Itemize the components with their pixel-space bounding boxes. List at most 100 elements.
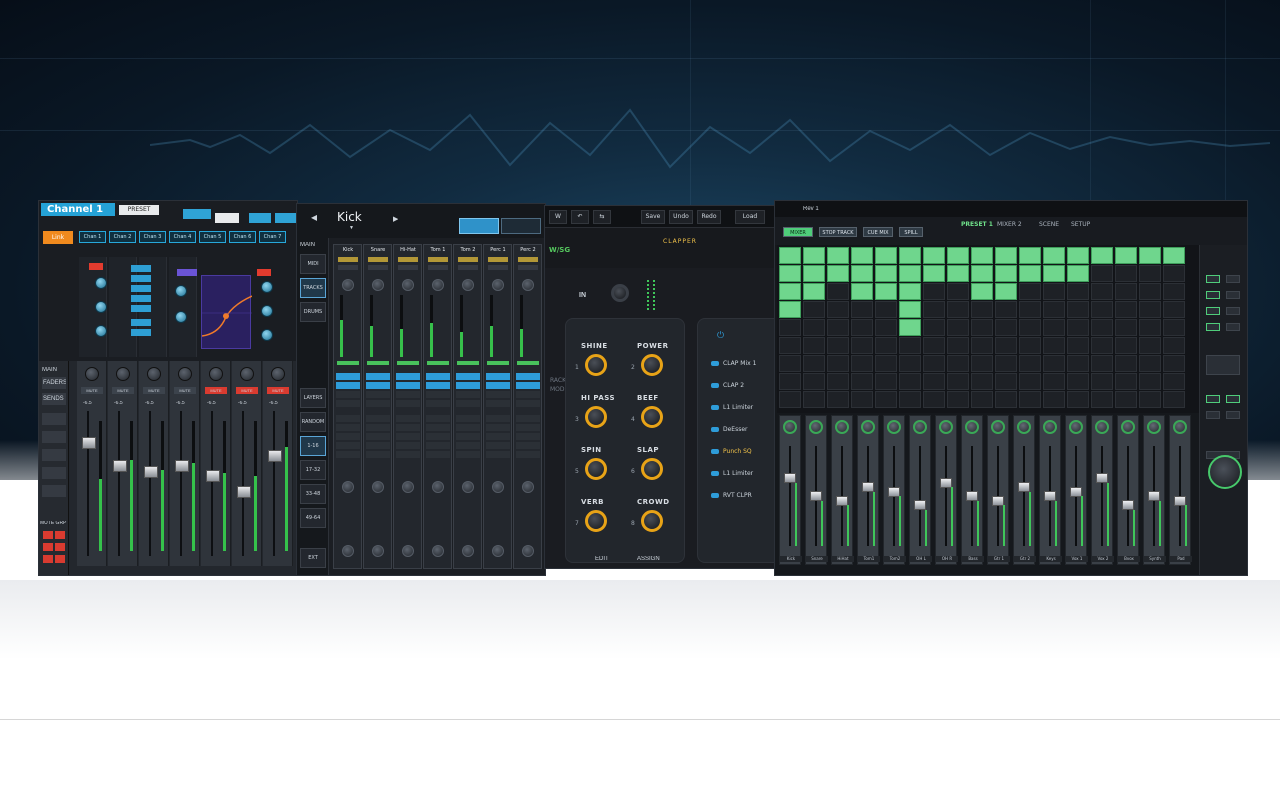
empty-slot[interactable] <box>1067 373 1089 390</box>
mute-button[interactable]: MUTE <box>143 387 165 394</box>
pad-slot[interactable] <box>366 391 390 398</box>
pan-knob[interactable] <box>271 367 285 381</box>
empty-slot[interactable] <box>1091 391 1113 408</box>
comp-knob[interactable] <box>175 285 187 297</box>
waves-logo-icon[interactable]: W <box>549 210 567 224</box>
empty-slot[interactable] <box>1043 355 1065 372</box>
macro-knob[interactable] <box>641 458 663 480</box>
channel-knob[interactable] <box>402 545 414 557</box>
empty-slot[interactable] <box>899 373 921 390</box>
empty-slot[interactable] <box>851 301 873 318</box>
pad-slot[interactable] <box>336 400 360 407</box>
pan-knob[interactable] <box>1147 420 1161 434</box>
pad-slot[interactable] <box>486 400 510 407</box>
redo-button[interactable]: Redo <box>697 210 721 224</box>
mute-grp-button[interactable] <box>55 531 65 539</box>
channel-knob[interactable] <box>462 545 474 557</box>
pad-slot[interactable] <box>396 433 420 440</box>
empty-slot[interactable] <box>971 337 993 354</box>
chain-item[interactable]: CLAP 2 <box>711 380 775 392</box>
empty-slot[interactable] <box>1163 301 1185 318</box>
empty-slot[interactable] <box>779 355 801 372</box>
empty-slot[interactable] <box>947 391 969 408</box>
pan-knob[interactable] <box>1069 420 1083 434</box>
chain-item[interactable]: L1 Limiter <box>711 468 775 480</box>
side-button-layers[interactable]: LAYERS <box>300 388 326 408</box>
clip-slot[interactable] <box>995 283 1017 300</box>
channel-knob[interactable] <box>372 279 384 291</box>
empty-slot[interactable] <box>1067 301 1089 318</box>
pad-slot[interactable] <box>336 433 360 440</box>
empty-slot[interactable] <box>971 319 993 336</box>
stop-track-button[interactable]: STOP TRACK <box>819 227 857 237</box>
empty-slot[interactable] <box>1067 283 1089 300</box>
pan-knob[interactable] <box>240 367 254 381</box>
empty-slot[interactable] <box>875 391 897 408</box>
fader-handle[interactable] <box>82 437 96 449</box>
clip-slot[interactable] <box>971 265 993 282</box>
empty-slot[interactable] <box>1115 355 1137 372</box>
pad-slot[interactable] <box>336 391 360 398</box>
empty-slot[interactable] <box>923 283 945 300</box>
empty-slot[interactable] <box>1043 301 1065 318</box>
mute-grp-button[interactable] <box>43 531 53 539</box>
right-button[interactable] <box>1206 307 1220 315</box>
pad-slot[interactable] <box>486 373 510 380</box>
pad-slot[interactable] <box>456 442 480 449</box>
channel-knob[interactable] <box>492 279 504 291</box>
clip-slot[interactable] <box>875 247 897 264</box>
eq-graph[interactable] <box>201 275 253 349</box>
empty-slot[interactable] <box>851 355 873 372</box>
empty-slot[interactable] <box>1139 301 1161 318</box>
clip-slot[interactable] <box>923 247 945 264</box>
mute-grp-button[interactable] <box>43 543 53 551</box>
channel-knob[interactable] <box>342 481 354 493</box>
side-button[interactable] <box>42 413 66 425</box>
empty-slot[interactable] <box>923 355 945 372</box>
empty-slot[interactable] <box>827 373 849 390</box>
fader-handle[interactable] <box>113 460 127 472</box>
pad-slot[interactable] <box>486 424 510 431</box>
channel-knob[interactable] <box>372 545 384 557</box>
chan-tab[interactable]: Chan 4 <box>169 231 196 243</box>
empty-slot[interactable] <box>1019 283 1041 300</box>
pan-knob[interactable] <box>965 420 979 434</box>
clip-slot[interactable] <box>827 265 849 282</box>
channel-knob[interactable] <box>462 279 474 291</box>
empty-slot[interactable] <box>899 391 921 408</box>
mute-button[interactable]: MUTE <box>174 387 196 394</box>
clip-slot[interactable] <box>1043 265 1065 282</box>
mini-button[interactable] <box>183 209 211 219</box>
empty-slot[interactable] <box>827 337 849 354</box>
empty-slot[interactable] <box>1139 265 1161 282</box>
undo-button[interactable]: Undo <box>669 210 693 224</box>
empty-slot[interactable] <box>1043 319 1065 336</box>
empty-slot[interactable] <box>1019 337 1041 354</box>
empty-slot[interactable] <box>1139 337 1161 354</box>
pan-knob[interactable] <box>1173 420 1187 434</box>
clip-slot[interactable] <box>899 283 921 300</box>
chan-tab[interactable]: Chan 7 <box>259 231 286 243</box>
clip-slot[interactable] <box>971 283 993 300</box>
empty-slot[interactable] <box>1163 265 1185 282</box>
empty-slot[interactable] <box>1091 319 1113 336</box>
pan-knob[interactable] <box>913 420 927 434</box>
save-button[interactable]: Save <box>641 210 665 224</box>
right-button[interactable] <box>1206 275 1220 283</box>
pan-knob[interactable] <box>1017 420 1031 434</box>
clip-slot[interactable] <box>899 265 921 282</box>
empty-slot[interactable] <box>827 391 849 408</box>
pan-knob[interactable] <box>835 420 849 434</box>
macro-knob[interactable] <box>585 510 607 532</box>
empty-slot[interactable] <box>1115 283 1137 300</box>
macro-knob[interactable] <box>641 510 663 532</box>
empty-slot[interactable] <box>1091 301 1113 318</box>
empty-slot[interactable] <box>923 319 945 336</box>
empty-slot[interactable] <box>995 319 1017 336</box>
clip-slot[interactable] <box>1067 265 1089 282</box>
pad-slot[interactable] <box>456 382 480 389</box>
tab-mixer-2[interactable]: MIXER 2 <box>997 219 1022 231</box>
side-button[interactable] <box>42 431 66 443</box>
pad-slot[interactable] <box>426 415 450 422</box>
empty-slot[interactable] <box>971 391 993 408</box>
